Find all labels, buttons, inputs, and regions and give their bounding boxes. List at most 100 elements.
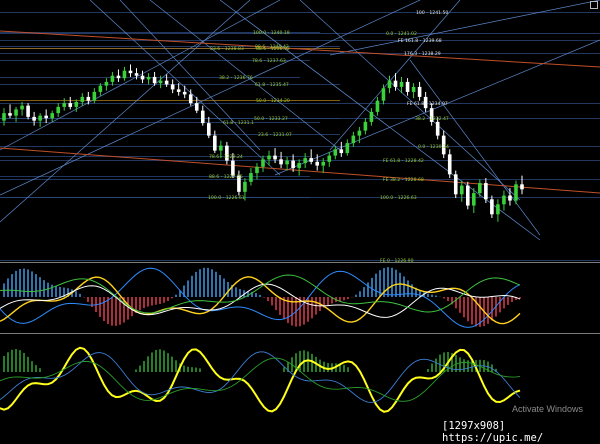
- fib-label: 61.8 - 1231.1: [223, 120, 254, 126]
- candle-body: [32, 116, 36, 121]
- candle-body: [297, 163, 301, 169]
- chart-window[interactable]: 100 - 1241.50 0.0 - 1241.02 FE 161.8 - 123…: [0, 0, 600, 444]
- candle-body: [279, 159, 283, 165]
- candle-body: [146, 76, 151, 80]
- candlesticks: [2, 64, 524, 222]
- candle-body: [411, 86, 416, 92]
- fib-label: 61.8 - 1235.47: [255, 82, 289, 88]
- channel-line: [0, 0, 281, 151]
- candle-body: [393, 80, 398, 87]
- candle-body: [158, 80, 163, 84]
- fib-label: 0.0 - 1230.24: [418, 144, 449, 150]
- candle-body: [351, 135, 356, 144]
- fib-label: 38.2 - 1236.76: [219, 75, 253, 81]
- fib-label: FE 161.8 - 1239.68: [398, 38, 442, 44]
- candle-body: [44, 115, 48, 119]
- candle-body: [502, 195, 506, 205]
- pane-separator-1[interactable]: [0, 262, 600, 263]
- oscillator-line: [0, 276, 521, 325]
- chart-canvas[interactable]: 100 - 1241.50 0.0 - 1241.02FE 161.8 - 123…: [0, 0, 600, 439]
- pane-separator-2[interactable]: [0, 333, 600, 334]
- candle-body: [206, 123, 211, 136]
- candle-body: [50, 113, 54, 119]
- candle-body: [484, 183, 488, 200]
- channel-line: [299, 0, 521, 201]
- candle-body: [134, 73, 139, 76]
- candle-body: [478, 183, 482, 194]
- fib-label: 100.0 - 1226.63: [380, 195, 417, 201]
- fib-label: 50.0 - 1233.27: [254, 116, 288, 122]
- candle-body: [261, 159, 265, 167]
- candle-body: [110, 75, 115, 82]
- fib-label: FE 0 - 1226.90: [380, 258, 414, 264]
- candle-body: [92, 91, 97, 101]
- trend-line: [0, 147, 600, 194]
- candle-body: [375, 100, 380, 112]
- candle-body: [231, 160, 235, 176]
- candle-body: [213, 135, 217, 151]
- candle-body: [194, 103, 199, 111]
- candle-body: [98, 85, 103, 92]
- candle-body: [104, 81, 109, 86]
- candle-body: [80, 96, 85, 102]
- candle-body: [20, 105, 24, 110]
- candle-body: [321, 161, 326, 166]
- candle-body: [453, 174, 458, 195]
- activate-windows-watermark: Activate Windows: [512, 404, 584, 414]
- fib-label: 50.0 - 1234.20: [256, 98, 290, 104]
- window-corner-icon[interactable]: [590, 1, 598, 9]
- candle-body: [381, 88, 386, 101]
- channel-line: [119, 0, 261, 151]
- candle-body: [273, 155, 277, 160]
- candle-body: [490, 199, 494, 215]
- candle-body: [116, 75, 121, 79]
- candle-body: [200, 110, 205, 124]
- candle-body: [188, 94, 193, 104]
- fib-label: 100 - 1241.50: [416, 10, 448, 16]
- candle-body: [520, 184, 524, 190]
- candle-body: [14, 109, 18, 116]
- candle-body: [333, 149, 338, 156]
- candle-body: [508, 195, 512, 201]
- candle-body: [170, 84, 175, 90]
- candle-body: [285, 160, 289, 165]
- candle-body: [459, 185, 464, 195]
- channel-line: [329, 0, 600, 56]
- fib-label: 176.3 - 1238.29: [404, 51, 441, 57]
- candle-body: [8, 113, 12, 116]
- oscillator-line: [0, 346, 521, 413]
- candle-body: [327, 155, 332, 162]
- candle-body: [369, 111, 374, 122]
- candle-body: [399, 81, 404, 87]
- fib-label: 38.2 - 1232.47: [415, 116, 449, 122]
- fibonacci-lines: [0, 12, 600, 261]
- candle-body: [357, 130, 362, 136]
- fib-label: 100.0 - 1226.61: [208, 195, 245, 201]
- candle-body: [417, 86, 422, 97]
- candle-body: [2, 113, 6, 121]
- fib-label: 23.6 - 1231.07: [258, 132, 292, 138]
- candle-body: [496, 204, 500, 215]
- candle-body: [339, 149, 344, 154]
- fib-label: 78.6 - 1229.24: [209, 154, 243, 160]
- candle-body: [152, 76, 157, 84]
- candle-body: [309, 158, 313, 162]
- candle-body: [345, 143, 350, 154]
- candle-body: [38, 115, 42, 121]
- candle-body: [164, 80, 169, 85]
- candle-body: [435, 121, 440, 136]
- candle-body: [472, 193, 476, 206]
- fib-label: 23.6 - 1238.83: [210, 46, 244, 52]
- candle-body: [122, 70, 127, 79]
- fib-label: 88.6 - 1238.92: [256, 46, 290, 52]
- channel-line: [274, 39, 600, 176]
- candle-body: [56, 106, 61, 114]
- image-credit: [1297x908] https://upic.me/: [440, 420, 600, 444]
- fib-label: 0.0 - 1241.02: [386, 31, 417, 37]
- candle-body: [62, 103, 67, 107]
- fib-label: 78.6 - 1237.63: [252, 58, 286, 64]
- candle-body: [128, 70, 133, 74]
- candle-body: [267, 155, 271, 160]
- fib-label: 88.6 - 1227.55: [209, 174, 243, 180]
- oscillator-line: [0, 267, 521, 328]
